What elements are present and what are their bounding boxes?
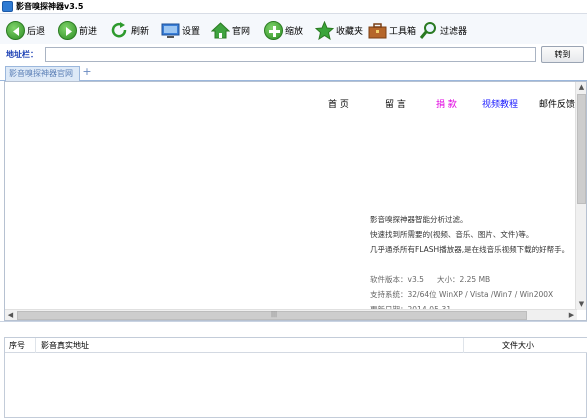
settings-label: 设置 xyxy=(182,26,201,37)
refresh-icon xyxy=(110,21,129,40)
scroll-down-icon[interactable]: ▼ xyxy=(576,299,586,310)
go-button[interactable]: 转到 xyxy=(541,46,584,63)
nav-home[interactable]: 首 页 xyxy=(328,97,349,110)
vertical-scroll-thumb[interactable] xyxy=(577,94,586,204)
media-list: 序号 影音真实地址 文件大小 xyxy=(4,337,587,418)
refresh-button[interactable]: 刷新 xyxy=(110,19,149,41)
scroll-grip-icon: ||| xyxy=(271,311,278,318)
horizontal-scrollbar[interactable]: ◀ ||| ▶ xyxy=(5,309,577,320)
column-file-size[interactable]: 文件大小 xyxy=(464,338,587,353)
vertical-scrollbar[interactable]: ▲ ▼ xyxy=(575,82,586,310)
filter-label: 过滤器 xyxy=(440,26,468,37)
desc-line-3: 几乎通杀所有FLASH播放器,是在线音乐视频下载的好帮手。 xyxy=(370,245,570,254)
tab-official-site[interactable]: 影音嗅探神器官网 xyxy=(5,66,80,81)
star-icon xyxy=(315,20,334,40)
scroll-right-icon[interactable]: ▶ xyxy=(566,310,577,320)
filter-button[interactable]: 过滤器 xyxy=(419,19,467,41)
nav-donate[interactable]: 捐 款 xyxy=(436,97,457,110)
tab-strip: 影音嗅探神器官网 + xyxy=(0,64,587,81)
column-real-url[interactable]: 影音真实地址 xyxy=(36,338,464,353)
zoom-button[interactable]: 缩放 xyxy=(264,19,303,41)
forward-label: 前进 xyxy=(79,26,98,37)
column-index[interactable]: 序号 xyxy=(5,338,36,353)
settings-button[interactable]: 设置 xyxy=(161,19,200,41)
scroll-up-icon[interactable]: ▲ xyxy=(576,82,586,93)
browser-view: 首 页 留 言 捐 款 视频教程 邮件反馈 影音嗅探神器智能分析过滤。 快速找到… xyxy=(4,81,587,321)
home-icon xyxy=(211,21,230,40)
address-input[interactable] xyxy=(45,47,536,62)
home-button[interactable]: 官网 xyxy=(211,19,250,41)
favorites-label: 收藏夹 xyxy=(336,26,364,37)
address-bar: 地址栏： 转到 xyxy=(0,44,587,64)
favorites-button[interactable]: 收藏夹 xyxy=(315,19,363,41)
list-header: 序号 影音真实地址 文件大小 xyxy=(5,338,587,353)
version-info: 软件版本：v3.5 xyxy=(370,275,424,284)
home-label: 官网 xyxy=(232,26,251,37)
plus-icon xyxy=(264,20,283,40)
back-arrow-icon xyxy=(6,20,25,40)
address-label: 地址栏： xyxy=(6,50,38,59)
nav-message[interactable]: 留 言 xyxy=(385,97,406,110)
size-info: 大小：2.25 MB xyxy=(437,275,491,284)
toolbox-button[interactable]: 工具箱 xyxy=(368,19,416,41)
back-button[interactable]: 后退 xyxy=(6,19,45,41)
toolbox-icon xyxy=(368,21,387,40)
app-icon xyxy=(2,1,13,12)
magnifier-icon xyxy=(419,21,438,40)
pane-splitter[interactable] xyxy=(0,321,587,333)
title-bar: 影音嗅探神器v3.5 xyxy=(0,0,587,14)
nav-email-feedback[interactable]: 邮件反馈 xyxy=(539,97,575,110)
toolbar: 后退 前进 刷新 设置 官网 缩放 收藏夹 工具箱 过滤器 xyxy=(0,14,587,44)
monitor-icon xyxy=(161,21,180,40)
window-title: 影音嗅探神器v3.5 xyxy=(16,2,84,11)
forward-button[interactable]: 前进 xyxy=(58,19,97,41)
forward-arrow-icon xyxy=(58,20,77,40)
system-info: 支持系统：32/64位 WinXP / Vista /Win7 / Win200… xyxy=(370,290,554,299)
nav-video-tutorial[interactable]: 视频教程 xyxy=(482,97,518,110)
zoom-label: 缩放 xyxy=(285,26,304,37)
desc-line-2: 快速找到所需要的(视频、音乐、图片、文件)等。 xyxy=(370,230,534,239)
desc-line-1: 影音嗅探神器智能分析过滤。 xyxy=(370,215,468,224)
back-label: 后退 xyxy=(27,26,46,37)
toolbox-label: 工具箱 xyxy=(389,26,417,37)
refresh-label: 刷新 xyxy=(131,26,150,37)
new-tab-plus-icon[interactable]: + xyxy=(82,66,92,77)
scroll-left-icon[interactable]: ◀ xyxy=(5,310,16,320)
